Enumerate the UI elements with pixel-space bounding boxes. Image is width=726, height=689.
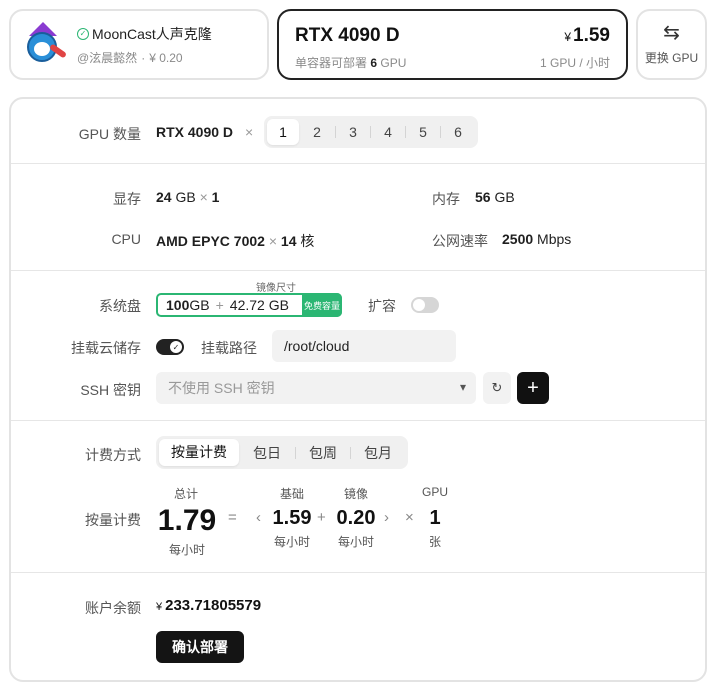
gpu-count-label: GPU 数量	[78, 126, 141, 142]
ram-value: 56 GB	[475, 189, 515, 205]
balance-value: ¥233.71805579	[156, 597, 262, 614]
gpu-count-unit: 张	[428, 535, 441, 549]
billing-option-daily[interactable]: 包日	[239, 443, 295, 463]
vram-value: 24 GB × 1	[156, 189, 220, 205]
system-disk-label: 系统盘	[99, 298, 141, 314]
chevron-down-icon: ▾	[459, 380, 466, 394]
app-card[interactable]: ✓ MoonCast人声克隆 @泫晨懿然 · ¥ 0.20	[9, 9, 269, 80]
gpu-count-value: 1	[429, 507, 441, 529]
ssh-key-label: SSH 密钥	[80, 382, 141, 398]
ssh-key-select[interactable]: 不使用 SSH 密钥 ▾	[156, 372, 476, 404]
gpu-price: ¥1.59	[564, 25, 610, 46]
gpu-price-unit: 1 GPU / 小时	[539, 56, 610, 70]
cpu-value: AMD EPYC 7002 × 14 核	[156, 233, 315, 249]
times-sign: ×	[245, 124, 254, 140]
gpu-count-option[interactable]: 4	[371, 124, 405, 140]
image-unit: 每小时	[337, 535, 374, 549]
billing-option-weekly[interactable]: 包周	[296, 443, 350, 463]
total-unit: 每小时	[168, 543, 205, 557]
switch-gpu-label: 更换 GPU	[644, 51, 699, 65]
gpu-caption: GPU	[421, 485, 448, 499]
image-size-label: 镜像尺寸	[256, 283, 296, 294]
base-unit: 每小时	[273, 535, 310, 549]
equals-sign: =	[228, 509, 237, 526]
app-title: MoonCast人声克隆	[92, 25, 212, 42]
gpu-count-option[interactable]: 1	[267, 119, 299, 145]
plus-icon: +	[527, 376, 539, 399]
billing-option-monthly[interactable]: 包月	[351, 443, 405, 463]
gpu-count-option[interactable]: 6	[441, 124, 475, 140]
left-bracket: ‹	[256, 509, 261, 526]
network-value: 2500 Mbps	[502, 231, 572, 247]
system-disk-size: 100 GB + 42.72 GB 免费容量	[156, 293, 342, 317]
times-sign: ×	[405, 509, 414, 526]
confirm-deploy-button[interactable]: 确认部署	[156, 631, 244, 663]
billing-mode-label: 计费方式	[85, 447, 141, 463]
mount-storage-toggle[interactable]: ✓	[156, 339, 184, 355]
base-value: 1.59	[272, 507, 312, 529]
pay-as-you-go-label: 按量计费	[85, 512, 141, 528]
vram-label: 显存	[113, 191, 141, 207]
expand-toggle[interactable]	[411, 297, 439, 313]
billing-option-pay-as-you-go[interactable]: 按量计费	[159, 439, 239, 466]
mount-path-label: 挂载路径	[201, 340, 257, 356]
free-capacity-badge: 免费容量	[302, 293, 342, 317]
image-value: 0.20	[336, 507, 376, 529]
ram-label: 内存	[432, 191, 460, 207]
app-price: ¥ 0.20	[149, 50, 183, 65]
base-caption: 基础	[279, 487, 304, 501]
gpu-count-option[interactable]: 3	[336, 124, 370, 140]
refresh-icon: ↻	[491, 380, 503, 395]
expand-label: 扩容	[368, 298, 396, 314]
mount-storage-label: 挂载云储存	[71, 340, 141, 356]
gpu-count-option[interactable]: 2	[299, 124, 335, 140]
meta-separator: ·	[141, 50, 146, 65]
cpu-label: CPU	[111, 231, 141, 247]
switch-gpu-button[interactable]: ⇆ 更换 GPU	[636, 9, 707, 80]
gpu-count-selector: 1 2 3 4 5 6	[264, 116, 478, 148]
billing-mode-selector: 按量计费 包日 包周 包月	[156, 436, 408, 469]
swap-arrows-icon: ⇆	[663, 22, 680, 44]
plus-sign: +	[317, 509, 326, 526]
gpu-count-option[interactable]: 5	[406, 124, 440, 140]
verified-check-icon: ✓	[77, 27, 89, 40]
ssh-key-selected: 不使用 SSH 密钥	[168, 380, 275, 396]
mount-path-input[interactable]: /root/cloud	[272, 330, 456, 362]
image-caption: 镜像	[343, 487, 368, 501]
total-caption: 总计	[173, 487, 198, 501]
add-ssh-key-button[interactable]: +	[517, 372, 549, 404]
balance-label: 账户余额	[85, 600, 141, 616]
app-author: @泫晨懿然	[77, 50, 138, 65]
network-label: 公网速率	[432, 233, 488, 249]
total-value: 1.79	[157, 504, 217, 537]
gpu-card[interactable]: RTX 4090 D 单容器可部署 6 GPU ¥1.59 1 GPU / 小时	[277, 9, 628, 80]
right-bracket: ›	[384, 509, 389, 526]
deploy-config-panel: GPU 数量 RTX 4090 D × 1 2 3 4 5 6 显存 24 GB…	[9, 97, 707, 682]
app-avatar	[21, 21, 68, 68]
gpu-model: RTX 4090 D	[156, 124, 234, 140]
refresh-ssh-button[interactable]: ↻	[483, 372, 511, 404]
